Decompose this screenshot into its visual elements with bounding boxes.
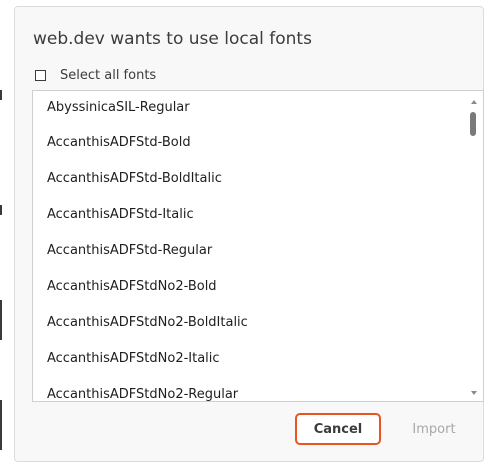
checkbox-icon[interactable]	[35, 69, 46, 81]
font-list-item[interactable]: AccanthisADFStdNo2-BoldItalic	[33, 305, 463, 341]
background-edge-mark	[0, 90, 2, 100]
cancel-button[interactable]: Cancel	[295, 413, 381, 445]
background-edge-mark	[0, 400, 2, 450]
scrollbar-thumb[interactable]	[470, 112, 476, 136]
font-list-item[interactable]: AbyssinicaSIL-Regular	[33, 91, 463, 125]
local-fonts-permission-dialog: web.dev wants to use local fonts Select …	[14, 6, 484, 462]
background-edge-mark	[0, 205, 2, 215]
font-list-items: AbyssinicaSIL-Regular AccanthisADFStd-Bol…	[33, 91, 463, 401]
background-edge-mark	[0, 300, 2, 340]
dialog-title: web.dev wants to use local fonts	[33, 29, 312, 49]
font-list-item[interactable]: AccanthisADFStd-BoldItalic	[33, 161, 463, 197]
font-list-scrollbar[interactable]	[467, 91, 483, 401]
font-list-item[interactable]: AccanthisADFStdNo2-Bold	[33, 269, 463, 305]
font-list-item[interactable]: AccanthisADFStd-Italic	[33, 197, 463, 233]
scroll-down-arrow-icon[interactable]	[471, 391, 477, 395]
select-all-fonts-checkbox[interactable]: Select all fonts	[35, 66, 156, 84]
font-list[interactable]: AbyssinicaSIL-Regular AccanthisADFStd-Bol…	[32, 90, 484, 402]
font-list-item[interactable]: AccanthisADFStdNo2-Regular	[33, 377, 463, 401]
select-all-label: Select all fonts	[60, 67, 157, 83]
import-button[interactable]: Import	[395, 413, 473, 445]
scroll-up-arrow-icon[interactable]	[471, 100, 477, 104]
font-list-item[interactable]: AccanthisADFStdNo2-Italic	[33, 341, 463, 377]
font-list-item[interactable]: AccanthisADFStd-Regular	[33, 233, 463, 269]
font-list-item[interactable]: AccanthisADFStd-Bold	[33, 125, 463, 161]
